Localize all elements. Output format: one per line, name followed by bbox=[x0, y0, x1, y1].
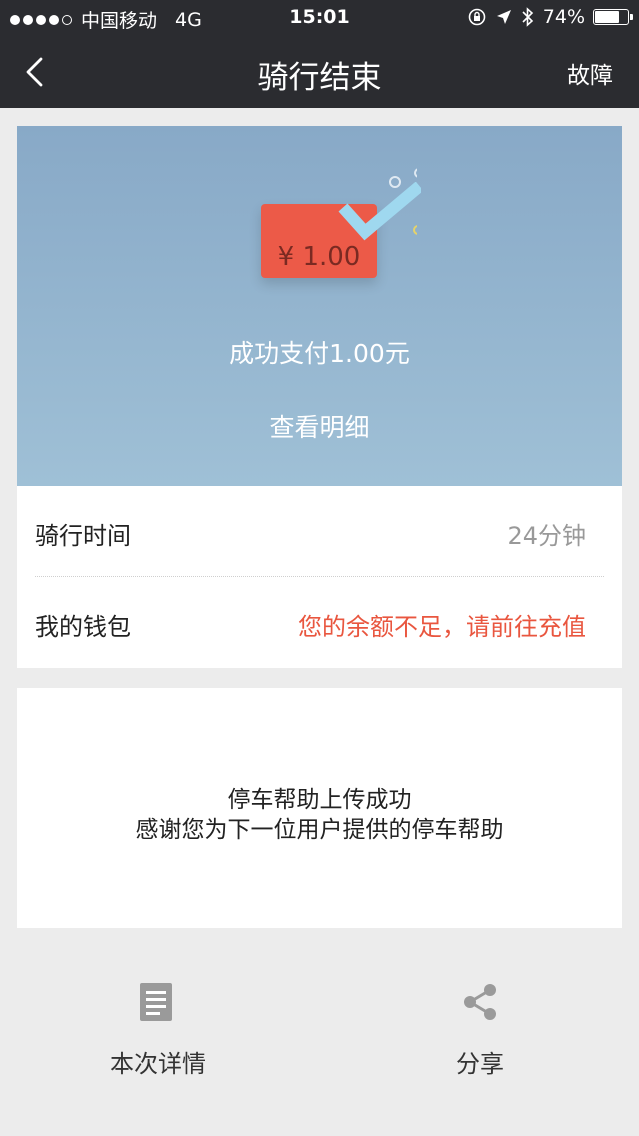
view-details-link[interactable]: 查看明细 bbox=[17, 408, 622, 444]
status-icons: 74% bbox=[467, 6, 633, 28]
share-button[interactable]: 分享 bbox=[380, 980, 580, 1079]
payment-success-graphic: ¥ 1.00 bbox=[257, 164, 421, 284]
ride-time-row: 骑行时间 24分钟 bbox=[17, 486, 622, 577]
payment-success-banner: ¥ 1.00 成功支付1.00元 查看明细 bbox=[17, 126, 622, 486]
wallet-label: 我的钱包 bbox=[35, 613, 131, 641]
parking-thanks-text: 感谢您为下一位用户提供的停车帮助 bbox=[135, 817, 504, 843]
payment-success-text: 成功支付1.00元 bbox=[229, 339, 410, 368]
battery-level bbox=[595, 11, 619, 23]
share-icon bbox=[464, 984, 496, 1020]
rotation-lock-icon bbox=[468, 8, 486, 26]
bluetooth-icon bbox=[522, 7, 533, 27]
page-title: 骑行结束 bbox=[257, 60, 382, 96]
battery-percent: 74% bbox=[542, 6, 585, 28]
navigation-bar: 骑行结束 故障 bbox=[0, 36, 639, 108]
document-icon bbox=[140, 983, 172, 1021]
battery-icon bbox=[593, 9, 633, 25]
share-label: 分享 bbox=[456, 1050, 504, 1078]
checkmark-icon bbox=[338, 182, 421, 241]
parking-help-card: 停车帮助上传成功 感谢您为下一位用户提供的停车帮助 bbox=[17, 688, 622, 928]
wallet-row[interactable]: 我的钱包 您的余额不足，请前往充值 bbox=[17, 577, 622, 668]
bottom-actions: 本次详情 分享 bbox=[0, 960, 639, 1136]
ride-details-button[interactable]: 本次详情 bbox=[58, 980, 258, 1079]
recharge-prompt[interactable]: 您的余额不足，请前往充值 bbox=[298, 607, 586, 642]
parking-upload-success-text: 停车帮助上传成功 bbox=[227, 787, 412, 813]
ride-time-value: 24分钟 bbox=[507, 522, 586, 550]
location-arrow-icon bbox=[496, 10, 511, 24]
ride-details-label: 本次详情 bbox=[110, 1050, 206, 1078]
status-bar: 中国移动 4G 15:01 74% bbox=[0, 0, 639, 36]
ride-time-label: 骑行时间 bbox=[35, 522, 131, 550]
report-fault-button[interactable]: 故障 bbox=[567, 56, 613, 90]
ride-info-card: 骑行时间 24分钟 我的钱包 您的余额不足，请前往充值 bbox=[17, 486, 622, 668]
